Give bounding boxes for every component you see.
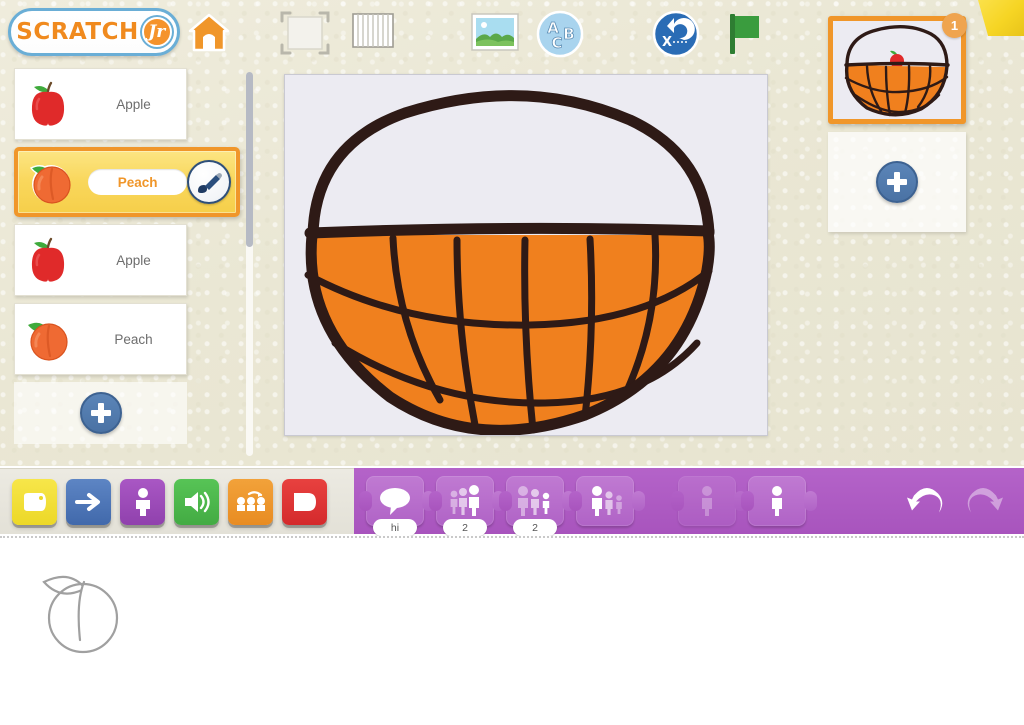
- block-palette-bar: hi 2 2: [0, 466, 1024, 536]
- category-triggers[interactable]: [12, 478, 57, 525]
- shrink-block[interactable]: 2: [499, 476, 575, 536]
- scrollbar-thumb[interactable]: [246, 72, 253, 247]
- paint-editor-button[interactable]: [187, 160, 231, 204]
- say-block-label: hi: [373, 519, 417, 536]
- page-preview: [833, 21, 961, 119]
- grow-block[interactable]: 2: [429, 476, 505, 536]
- shrink-block-label: 2: [513, 519, 557, 536]
- undo-redo-group: [906, 480, 1016, 523]
- character-name: Apple: [116, 96, 151, 112]
- category-motion[interactable]: [66, 478, 111, 525]
- apple-icon: [15, 71, 81, 137]
- plus-icon: [876, 161, 918, 203]
- character-item-peach-selected[interactable]: Peach: [14, 147, 240, 217]
- looks-blocks-strip: hi 2 2: [354, 468, 1024, 536]
- page-corner-decoration: [978, 0, 1024, 36]
- logo-jr-badge: Jr: [141, 17, 172, 47]
- character-ghost-outline: [28, 560, 138, 665]
- apple-icon: [15, 227, 81, 293]
- reset-size-block[interactable]: [569, 476, 645, 526]
- add-page-button[interactable]: [828, 132, 966, 232]
- character-list: Apple Peach Apple Peach: [14, 68, 252, 460]
- green-flag-icon[interactable]: [718, 8, 766, 58]
- category-control[interactable]: [228, 478, 273, 525]
- block-category-strip: [0, 468, 354, 534]
- page-number-badge: 1: [942, 13, 967, 38]
- reset-characters-icon[interactable]: X: [650, 8, 702, 60]
- fullscreen-icon[interactable]: [276, 8, 334, 58]
- background-icon[interactable]: [468, 8, 522, 56]
- stage-canvas[interactable]: [284, 74, 768, 436]
- character-list-scrollbar[interactable]: [246, 72, 253, 456]
- peach-icon: [18, 149, 84, 215]
- abc-letter-c: C: [551, 34, 562, 52]
- reset-x-label: X: [662, 35, 672, 50]
- scratchjr-app: SCRATCH Jr A B C X Apple Peach Apple Pea…: [0, 0, 1024, 725]
- pages-icon[interactable]: [348, 8, 398, 54]
- abc-letter-b: B: [563, 25, 574, 43]
- character-item-peach-2[interactable]: Peach: [14, 303, 187, 375]
- undo-button[interactable]: [906, 480, 948, 523]
- pages-panel: 1: [828, 13, 968, 232]
- peach-icon: [15, 306, 81, 372]
- basket-drawing: [304, 90, 715, 436]
- scratchjr-logo: SCRATCH Jr: [8, 8, 180, 56]
- add-character-button[interactable]: [14, 382, 187, 444]
- say-block[interactable]: hi: [359, 476, 435, 536]
- script-editing-area[interactable]: 3: [0, 536, 1024, 725]
- hide-block[interactable]: [671, 476, 747, 526]
- character-item-apple-1[interactable]: Apple: [14, 68, 187, 140]
- category-end[interactable]: [282, 478, 327, 525]
- grow-block-label: 2: [443, 519, 487, 536]
- character-name: Apple: [116, 252, 151, 268]
- page-thumbnail-1[interactable]: 1: [828, 13, 967, 124]
- category-sound[interactable]: [174, 478, 219, 525]
- redo-button[interactable]: [962, 480, 1004, 523]
- character-item-apple-2[interactable]: Apple: [14, 224, 187, 296]
- logo-text: SCRATCH: [16, 19, 139, 45]
- character-name: Peach: [114, 331, 153, 347]
- show-block[interactable]: [741, 476, 817, 526]
- selected-character-name: Peach: [88, 169, 188, 195]
- category-looks[interactable]: [120, 478, 165, 525]
- text-icon[interactable]: A B C: [534, 8, 586, 60]
- home-button[interactable]: [186, 9, 232, 55]
- plus-icon: [79, 392, 122, 434]
